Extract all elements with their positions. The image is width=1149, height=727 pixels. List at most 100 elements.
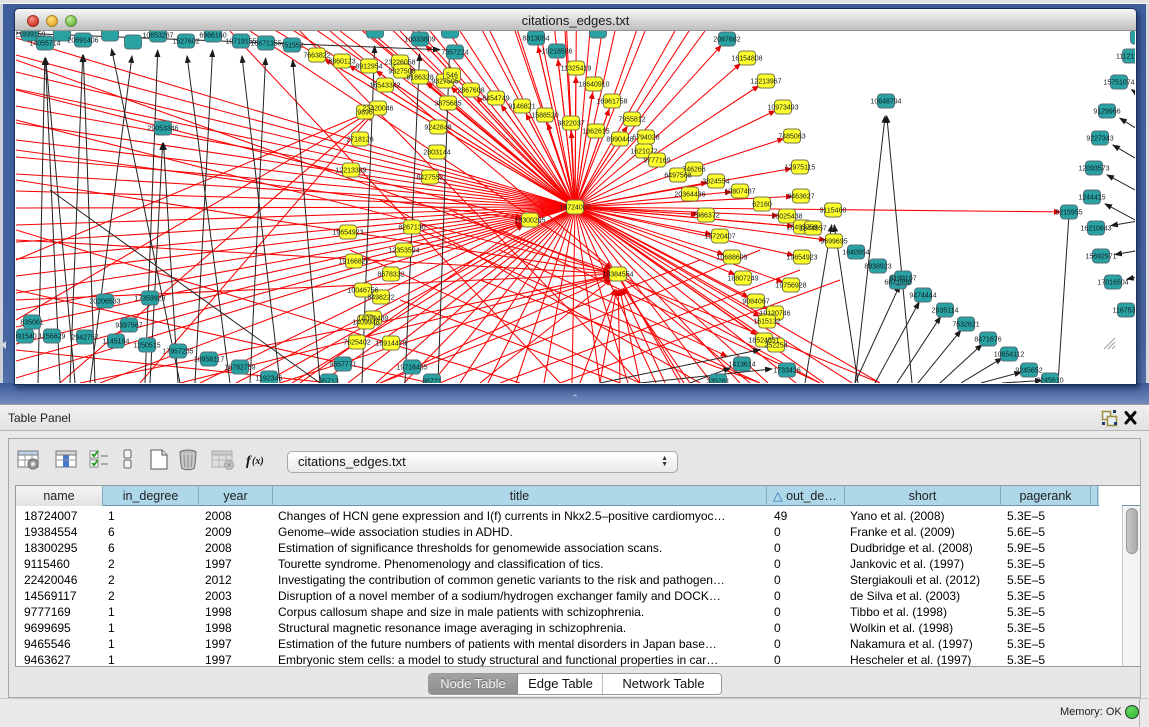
svg-text:1733426: 1733426 [773, 368, 800, 375]
svg-text:1621072: 1621072 [630, 149, 657, 156]
svg-text:1156829: 1156829 [39, 334, 66, 341]
svg-text:9129966: 9129966 [1093, 109, 1120, 116]
svg-text:1362615: 1362615 [582, 129, 609, 136]
svg-text:12353594: 12353594 [388, 248, 419, 255]
svg-text:11121904: 11121904 [1116, 54, 1135, 61]
svg-text:2087682: 2087682 [713, 37, 740, 44]
svg-text:1145194: 1145194 [103, 339, 130, 346]
svg-text:12213389: 12213389 [335, 168, 366, 175]
svg-text:10025438: 10025438 [771, 214, 802, 221]
svg-text:9327505: 9327505 [431, 79, 458, 86]
svg-text:17016504: 17016504 [1097, 280, 1128, 287]
svg-text:9227343: 9227343 [1086, 136, 1113, 143]
svg-text:7485063: 7485063 [778, 134, 805, 141]
svg-text:1244415: 1244415 [1078, 195, 1105, 202]
svg-text:8813054: 8813054 [522, 36, 549, 43]
svg-text:19654923: 19654923 [786, 255, 817, 262]
svg-text:1640954: 1640954 [842, 250, 869, 257]
svg-text:9115460: 9115460 [820, 208, 847, 215]
svg-text:10688609: 10688609 [716, 255, 747, 262]
svg-text:9084067: 9084067 [742, 299, 769, 306]
svg-text:9463627: 9463627 [787, 194, 814, 201]
svg-text:7986372: 7986372 [692, 213, 719, 220]
svg-text:1409948: 1409948 [352, 320, 379, 327]
svg-text:16033809: 16033809 [404, 37, 435, 44]
svg-text:3824554: 3824554 [702, 179, 729, 186]
svg-text:16782759: 16782759 [224, 365, 255, 372]
svg-text:3875685: 3875685 [434, 101, 461, 108]
svg-text:19716485: 19716485 [396, 365, 427, 372]
svg-text:2718126: 2718126 [346, 137, 373, 144]
svg-text:835061: 835061 [20, 320, 43, 327]
svg-text:2935114: 2935114 [932, 308, 959, 315]
svg-text:18807249: 18807249 [727, 276, 758, 283]
svg-text:8267130: 8267130 [398, 225, 425, 232]
svg-text:252254: 252254 [764, 343, 787, 350]
svg-text:8912954: 8912954 [355, 64, 382, 71]
svg-text:10654112: 10654112 [994, 352, 1025, 359]
svg-text:10653267: 10653267 [142, 33, 173, 40]
svg-text:7632621: 7632621 [952, 322, 979, 329]
svg-text:8186328: 8186328 [406, 75, 433, 82]
svg-text:1250515: 1250515 [133, 343, 160, 350]
svg-text:6794028: 6794028 [632, 135, 659, 142]
svg-text:8471676: 8471676 [974, 337, 1001, 344]
svg-text:6497568: 6497568 [664, 173, 691, 180]
svg-text:751552: 751552 [280, 43, 303, 50]
svg-text:546: 546 [446, 73, 458, 80]
svg-text:20364436: 20364436 [674, 192, 705, 199]
svg-text:16961758: 16961758 [596, 99, 627, 106]
svg-text:19384554: 19384554 [602, 272, 633, 279]
svg-text:1167533: 1167533 [1113, 308, 1135, 315]
svg-text:20206533: 20206533 [89, 299, 120, 306]
svg-text:17359928: 17359928 [134, 296, 165, 303]
svg-text:29053346: 29053346 [147, 126, 178, 133]
svg-text:19218586: 19218586 [541, 49, 572, 56]
svg-text:8938923: 8938923 [864, 264, 891, 271]
svg-text:2803144: 2803144 [423, 150, 450, 157]
svg-text:8678332: 8678332 [377, 272, 404, 279]
svg-text:10120746: 10120746 [759, 311, 790, 318]
svg-text:12213967: 12213967 [750, 79, 781, 86]
svg-text:11325419: 11325419 [561, 66, 592, 73]
svg-text:15720407: 15720407 [704, 234, 735, 241]
svg-text:8427552: 8427552 [416, 175, 443, 182]
svg-text:9474444: 9474444 [909, 293, 936, 300]
svg-text:14055714: 14055714 [29, 41, 60, 48]
svg-text:18640910: 18640910 [578, 82, 609, 89]
svg-text:6966160: 6966160 [199, 33, 226, 40]
svg-text:9146821: 9146821 [508, 104, 535, 111]
svg-text:1844957: 1844957 [799, 226, 826, 233]
svg-text:746266: 746266 [682, 167, 705, 174]
svg-text:19654923: 19654923 [332, 230, 363, 237]
svg-text:8990448: 8990448 [606, 137, 633, 144]
svg-text:17957255: 17957255 [162, 349, 193, 356]
svg-text:9242848: 9242848 [424, 125, 451, 132]
svg-text:8215955: 8215955 [1055, 210, 1082, 217]
svg-text:1413614: 1413614 [728, 362, 755, 369]
svg-text:10973493: 10973493 [767, 105, 798, 112]
svg-text:10046756: 10046756 [347, 288, 378, 295]
svg-text:20691406: 20691406 [67, 38, 98, 45]
svg-text:16671355: 16671355 [250, 41, 281, 48]
svg-text:(x): (x) [252, 456, 264, 467]
svg-text:62160: 62160 [752, 202, 772, 209]
svg-text:991540: 991540 [16, 334, 37, 341]
svg-text:9777169: 9777169 [643, 158, 670, 165]
svg-text:3822037: 3822037 [557, 121, 584, 128]
svg-text:2867608: 2867608 [457, 88, 484, 95]
svg-text:19166827: 19166827 [338, 259, 369, 266]
svg-text:9657771: 9657771 [329, 362, 356, 369]
svg-text:10648794: 10648794 [870, 99, 901, 106]
svg-text:7625402: 7625402 [343, 340, 370, 347]
svg-text:10807487: 10807487 [724, 189, 755, 196]
svg-text:18724007: 18724007 [559, 205, 590, 212]
svg-text:9896: 9896 [357, 110, 373, 117]
svg-text:12975115: 12975115 [785, 165, 816, 172]
svg-text:335261: 335261 [706, 379, 729, 384]
svg-text:9245652: 9245652 [1015, 368, 1042, 375]
svg-text:1192346: 1192346 [256, 376, 283, 383]
svg-text:12093573: 12093573 [1078, 166, 1109, 173]
svg-text:16914479: 16914479 [375, 341, 406, 348]
svg-text:16210643: 16210643 [1080, 226, 1111, 233]
